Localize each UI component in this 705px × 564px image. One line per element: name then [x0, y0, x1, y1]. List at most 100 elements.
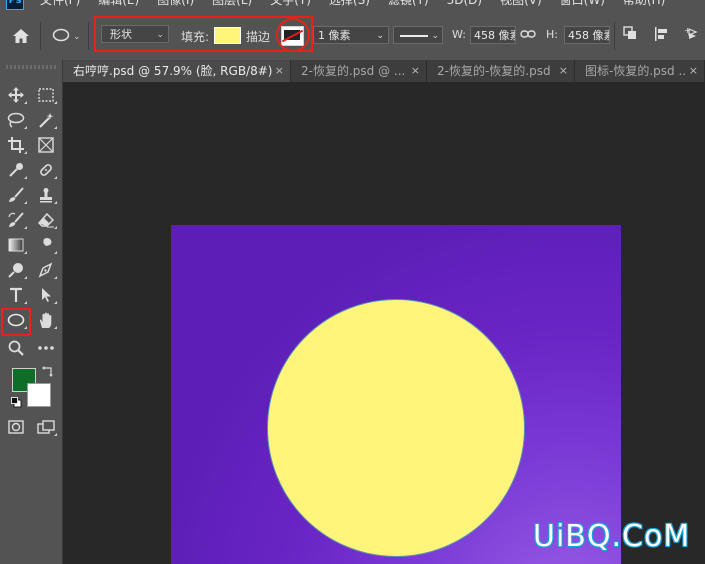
eyedropper-icon	[8, 162, 24, 178]
path-operations-icon[interactable]	[623, 26, 637, 43]
edit-toolbar-button[interactable]	[35, 338, 57, 358]
menu-layer[interactable]: 图层(L)	[212, 0, 252, 8]
menu-items: 文件(F) 编辑(E) 图像(I) 图层(L) 文字(Y) 选择(S) 滤镜(T…	[40, 0, 665, 8]
tab-document-1[interactable]: 右哼哼.psd @ 57.9% (脸, RGB/8#) * ×	[63, 60, 291, 82]
rect-marquee-icon	[38, 88, 54, 102]
tab-document-2[interactable]: 2-恢复的.psd @ ... ×	[291, 60, 427, 82]
frame-icon	[38, 137, 54, 153]
menu-edit[interactable]: 编辑(E)	[98, 0, 139, 8]
height-label: H:	[546, 28, 558, 41]
close-icon[interactable]: ×	[407, 60, 420, 82]
path-alignment-icon[interactable]	[654, 26, 670, 45]
gradient-icon	[8, 238, 24, 252]
healing-brush-tool[interactable]	[35, 160, 57, 180]
marquee-tool[interactable]	[35, 85, 57, 105]
eyedropper-tool[interactable]	[5, 160, 27, 180]
magic-wand-tool[interactable]	[35, 110, 57, 130]
menu-3d[interactable]: 3D(D)	[447, 0, 482, 8]
ellipse-preset-icon	[52, 28, 70, 45]
frame-tool[interactable]	[35, 135, 57, 155]
path-arrangement-icon[interactable]: +	[684, 26, 702, 45]
bandage-icon	[37, 161, 55, 179]
zoom-tool[interactable]	[5, 338, 27, 358]
brush-tool[interactable]	[5, 185, 27, 205]
dodge-tool[interactable]	[5, 260, 27, 280]
history-brush-icon	[8, 212, 24, 228]
menu-image[interactable]: 图像(I)	[157, 0, 194, 8]
watermark: UiBQ.CoM	[533, 519, 691, 554]
close-icon[interactable]: ×	[685, 60, 698, 82]
close-icon[interactable]: ×	[271, 60, 284, 82]
screen-mode-button[interactable]	[35, 417, 57, 437]
pen-tool[interactable]	[35, 260, 57, 280]
panel-grip[interactable]	[6, 65, 56, 69]
stroke-style-select[interactable]: ⌄	[393, 26, 443, 44]
menu-filter[interactable]: 滤镜(T)	[388, 0, 429, 8]
menu-select[interactable]: 选择(S)	[329, 0, 370, 8]
close-icon[interactable]: ×	[555, 60, 568, 82]
stroke-line-preview	[400, 35, 428, 37]
magnifier-icon	[8, 340, 24, 356]
quick-mask-icon	[8, 420, 24, 434]
hand-icon	[38, 312, 54, 329]
svg-text:+: +	[684, 26, 691, 35]
stroke-width-value: 1 像素	[318, 29, 351, 42]
path-selection-tool[interactable]	[35, 285, 57, 305]
lasso-tool[interactable]	[5, 110, 27, 130]
more-dots-icon	[37, 345, 55, 351]
gradient-tool[interactable]	[5, 235, 27, 255]
clone-stamp-tool[interactable]	[35, 185, 57, 205]
type-icon	[9, 287, 23, 303]
chevron-down-icon: ⌄	[431, 31, 439, 41]
smudge-icon	[38, 237, 54, 253]
stroke-width-field[interactable]: 1 像素 ⌄	[313, 26, 389, 44]
menu-type[interactable]: 文字(Y)	[270, 0, 311, 8]
lasso-icon	[7, 112, 25, 128]
menu-file[interactable]: 文件(F)	[40, 0, 80, 8]
menu-view[interactable]: 视图(V)	[500, 0, 542, 8]
menu-bar: Ps 文件(F) 编辑(E) 图像(I) 图层(L) 文字(Y) 选择(S) 滤…	[0, 0, 705, 12]
stroke-highlight-circle	[276, 18, 310, 52]
width-label: W:	[452, 28, 466, 41]
tool-preset-picker[interactable]: ⌄	[52, 28, 81, 45]
screen-mode-icon	[37, 420, 55, 434]
magic-wand-icon	[38, 112, 54, 128]
history-brush-tool[interactable]	[5, 210, 27, 230]
tab-label: 右哼哼.psd @ 57.9% (脸, RGB/8#) *	[73, 64, 283, 78]
pen-icon	[38, 262, 54, 278]
menu-window[interactable]: 窗口(W)	[560, 0, 605, 8]
width-input[interactable]: 458 像素	[470, 26, 516, 44]
chevron-down-icon: ⌄	[376, 31, 384, 41]
quick-mask-button[interactable]	[5, 417, 27, 437]
photoshop-logo: Ps	[6, 0, 24, 10]
eraser-icon	[38, 212, 54, 228]
document-tabs: 右哼哼.psd @ 57.9% (脸, RGB/8#) * × 2-恢复的.ps…	[63, 60, 705, 82]
yellow-ellipse-shape[interactable]	[267, 299, 525, 557]
stamp-icon	[38, 187, 54, 203]
dodge-icon	[8, 262, 24, 278]
smudge-tool[interactable]	[35, 235, 57, 255]
move-tool[interactable]	[5, 85, 27, 105]
height-input[interactable]: 458 像素	[564, 26, 610, 44]
link-icon[interactable]	[520, 28, 536, 43]
eraser-tool[interactable]	[35, 210, 57, 230]
menu-help[interactable]: 帮助(H)	[623, 0, 665, 8]
crop-icon	[8, 137, 24, 153]
background-color-swatch[interactable]	[27, 383, 51, 407]
tab-label: 图标-恢复的.psd ...	[585, 64, 690, 78]
swap-colors-icon[interactable]	[42, 365, 54, 380]
brush-icon	[8, 187, 24, 203]
divider	[40, 22, 41, 50]
chevron-down-icon: ⌄	[73, 31, 81, 42]
tab-document-3[interactable]: 2-恢复的-恢复的.psd ×	[427, 60, 575, 82]
divider	[88, 22, 89, 50]
hand-tool[interactable]	[35, 310, 57, 330]
move-icon	[8, 87, 24, 103]
tab-label: 2-恢复的.psd @ ...	[301, 64, 406, 78]
crop-tool[interactable]	[5, 135, 27, 155]
tab-document-4[interactable]: 图标-恢复的.psd ... ×	[575, 60, 705, 82]
type-tool[interactable]	[5, 285, 27, 305]
default-colors-icon[interactable]	[11, 397, 22, 411]
home-icon[interactable]	[12, 28, 30, 47]
arrow-cursor-icon	[39, 287, 53, 303]
